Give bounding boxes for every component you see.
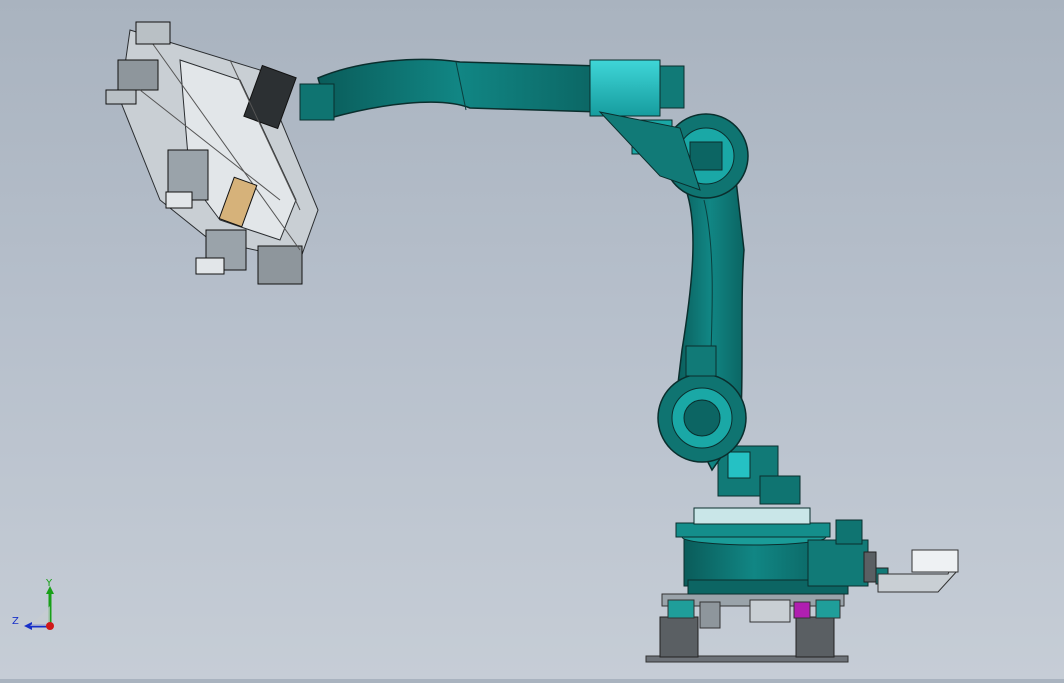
base-plate (645, 593, 849, 663)
3d-viewport[interactable]: Y Z (0, 0, 1064, 679)
z-axis-label: Z (12, 616, 19, 627)
upper-arm (299, 58, 701, 191)
lower-arm (657, 179, 747, 472)
robot-base (675, 445, 959, 595)
axis-triad-icon (24, 586, 54, 630)
end-effector-gripper (105, 21, 319, 285)
robot-model (105, 21, 959, 663)
coordinate-triad: Y Z (6, 578, 66, 638)
y-axis-label: Y (46, 578, 53, 589)
